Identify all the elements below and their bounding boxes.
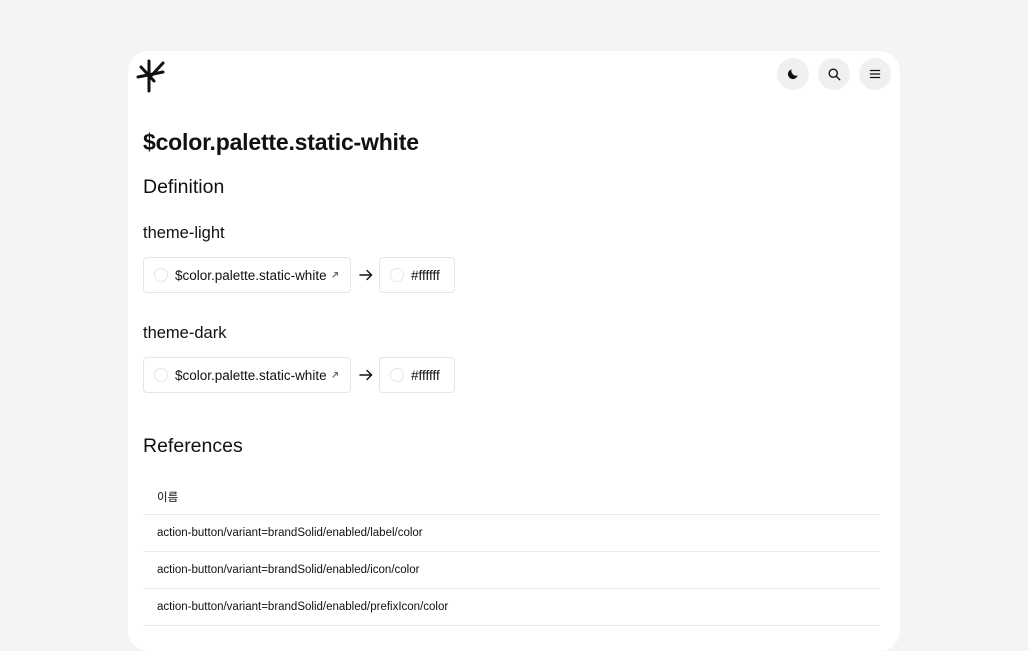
theme-light-heading: theme-light xyxy=(143,224,225,242)
arrow-right-icon xyxy=(359,269,373,281)
table-row[interactable]: action-button/variant=brandSolid/enabled… xyxy=(143,552,880,589)
token-name: $color.palette.static-white xyxy=(175,367,327,383)
table-row[interactable]: action-button/variant=brandSolid/enabled… xyxy=(143,589,880,626)
theme-toggle-button[interactable] xyxy=(777,58,809,90)
page-title: $color.palette.static-white xyxy=(143,129,419,155)
table-header-name: 이름 xyxy=(143,479,880,515)
token-link-dark[interactable]: $color.palette.static-white xyxy=(143,357,351,393)
color-value-light: #ffffff xyxy=(379,257,455,293)
menu-button[interactable] xyxy=(859,58,891,90)
menu-icon xyxy=(869,69,881,79)
color-value-text: #ffffff xyxy=(411,367,440,383)
token-link-light[interactable]: $color.palette.static-white xyxy=(143,257,351,293)
definition-heading: Definition xyxy=(143,176,225,198)
color-value-dark: #ffffff xyxy=(379,357,455,393)
color-swatch xyxy=(390,268,404,282)
color-value-text: #ffffff xyxy=(411,267,440,283)
external-link-icon xyxy=(331,271,339,279)
table-row[interactable]: action-button/variant=brandSolid/enabled… xyxy=(143,515,880,552)
search-icon xyxy=(828,68,840,80)
references-table: 이름 action-button/variant=brandSolid/enab… xyxy=(143,479,880,626)
brand-logo-icon[interactable] xyxy=(136,59,166,93)
token-name: $color.palette.static-white xyxy=(175,267,327,283)
color-swatch xyxy=(390,368,404,382)
color-swatch xyxy=(154,368,168,382)
search-button[interactable] xyxy=(818,58,850,90)
color-swatch xyxy=(154,268,168,282)
theme-dark-heading: theme-dark xyxy=(143,324,227,342)
content-card: $color.palette.static-white Definition t… xyxy=(128,51,900,651)
external-link-icon xyxy=(331,371,339,379)
arrow-right-icon xyxy=(359,369,373,381)
references-heading: References xyxy=(143,435,243,457)
moon-icon xyxy=(787,69,798,80)
